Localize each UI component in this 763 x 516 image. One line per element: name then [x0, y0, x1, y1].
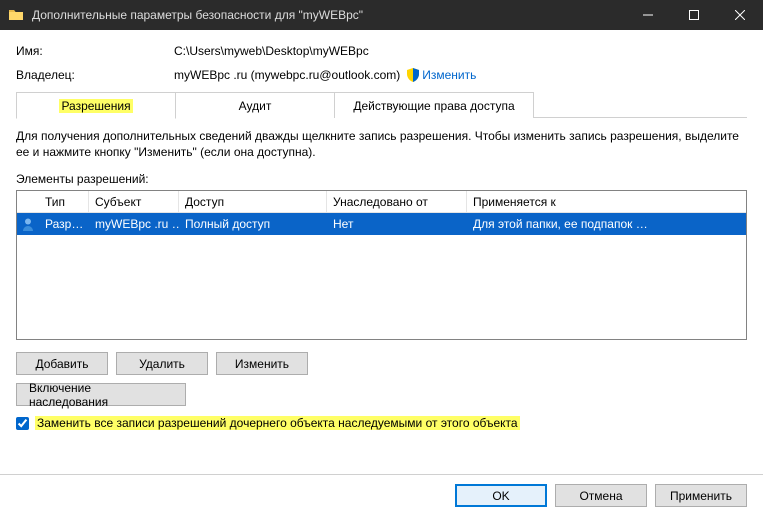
cancel-button[interactable]: Отмена	[555, 484, 647, 507]
row-type: Разр…	[39, 213, 89, 235]
apply-button[interactable]: Применить	[655, 484, 747, 507]
row-icon	[17, 213, 39, 235]
grid-header-icon[interactable]	[17, 191, 39, 212]
permissions-grid[interactable]: Тип Субъект Доступ Унаследовано от Приме…	[16, 190, 747, 340]
close-button[interactable]	[717, 0, 763, 30]
tab-effective-access[interactable]: Действующие права доступа	[334, 92, 534, 118]
tab-permissions-label: Разрешения	[59, 99, 132, 113]
enable-inheritance-button[interactable]: Включение наследования	[16, 383, 186, 406]
tab-body: Для получения дополнительных сведений дв…	[16, 118, 747, 430]
replace-checkbox-label[interactable]: Заменить все записи разрешений дочернего…	[35, 416, 520, 430]
user-icon	[21, 217, 35, 231]
replace-checkbox[interactable]	[16, 417, 29, 430]
grid-header-subject[interactable]: Субъект	[89, 191, 179, 212]
grid-header-applies[interactable]: Применяется к	[467, 191, 746, 212]
row-access: Полный доступ	[179, 213, 327, 235]
owner-value: myWEBpc .ru (mywebpc.ru@outlook.com)	[174, 68, 400, 82]
edit-button[interactable]: Изменить	[216, 352, 308, 375]
content-area: Имя: C:\Users\myweb\Desktop\myWEBpc Влад…	[0, 30, 763, 440]
row-applies: Для этой папки, ее подпапок …	[467, 213, 746, 235]
grid-header: Тип Субъект Доступ Унаследовано от Приме…	[17, 191, 746, 213]
folder-icon	[8, 7, 24, 23]
name-row: Имя: C:\Users\myweb\Desktop\myWEBpc	[16, 44, 747, 58]
ok-button[interactable]: OK	[455, 484, 547, 507]
action-row: Добавить Удалить Изменить	[16, 352, 747, 375]
maximize-button[interactable]	[671, 0, 717, 30]
minimize-button[interactable]	[625, 0, 671, 30]
window-controls	[625, 0, 763, 30]
elements-label: Элементы разрешений:	[16, 172, 747, 186]
name-value: C:\Users\myweb\Desktop\myWEBpc	[174, 44, 369, 58]
row-inherited: Нет	[327, 213, 467, 235]
change-owner-link[interactable]: Изменить	[422, 68, 476, 82]
grid-header-access[interactable]: Доступ	[179, 191, 327, 212]
grid-row[interactable]: Разр… myWEBpc .ru … Полный доступ Нет Дл…	[17, 213, 746, 235]
tabs: Разрешения Аудит Действующие права досту…	[16, 92, 747, 118]
window-title: Дополнительные параметры безопасности дл…	[32, 8, 625, 22]
grid-header-type[interactable]: Тип	[39, 191, 89, 212]
add-button[interactable]: Добавить	[16, 352, 108, 375]
tab-audit[interactable]: Аудит	[175, 92, 335, 118]
titlebar: Дополнительные параметры безопасности дл…	[0, 0, 763, 30]
grid-header-inherited[interactable]: Унаследовано от	[327, 191, 467, 212]
shield-icon	[406, 68, 420, 82]
row-subject: myWEBpc .ru …	[89, 213, 179, 235]
description-text: Для получения дополнительных сведений дв…	[16, 128, 747, 160]
inherit-row: Включение наследования	[16, 383, 747, 406]
tab-effective-access-label: Действующие права доступа	[353, 99, 514, 113]
remove-button[interactable]: Удалить	[116, 352, 208, 375]
owner-label: Владелец:	[16, 68, 174, 82]
name-label: Имя:	[16, 44, 174, 58]
replace-checkbox-row: Заменить все записи разрешений дочернего…	[16, 416, 747, 430]
footer: OK Отмена Применить	[0, 474, 763, 516]
tab-permissions[interactable]: Разрешения	[16, 92, 176, 119]
tab-audit-label: Аудит	[239, 99, 272, 113]
owner-row: Владелец: myWEBpc .ru (mywebpc.ru@outloo…	[16, 68, 747, 82]
